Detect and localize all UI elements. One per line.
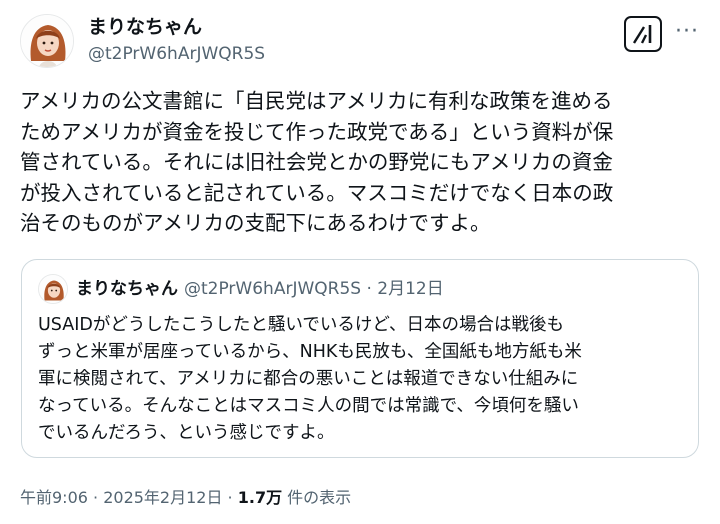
more-options-button[interactable]: ··· [672, 20, 702, 48]
avatar-illustration [21, 15, 73, 67]
more-options-icon: ··· [675, 19, 699, 44]
quote-text: USAIDがどうしたこうしたと騒いでいるけど、日本の場合は戦後も ずっと米軍が居… [38, 315, 582, 443]
tweet-meta: 午前9:06 · 2025年2月12日 · 1.7万 件の表示 [20, 485, 351, 511]
tweet-text: アメリカの公文書館に「自民党はアメリカに有利な政策を進める ためアメリカが資金を… [20, 89, 614, 235]
quote-handle-date: @t2PrW6hArJWQR5S · 2月12日 [184, 279, 444, 299]
quoted-tweet[interactable]: まりなちゃん @t2PrW6hArJWQR5S · 2月12日 USAIDがどうし… [21, 259, 699, 458]
quote-display-name: まりなちゃん [76, 279, 178, 299]
tweet-date[interactable]: 2025年2月12日 [103, 488, 222, 507]
author-display-name[interactable]: まりなちゃん [88, 14, 202, 40]
separator: · [222, 488, 238, 507]
quote-header: まりなちゃん @t2PrW6hArJWQR5S · 2月12日 [76, 276, 444, 302]
quote-avatar [38, 274, 68, 304]
quote-avatar-illustration [39, 275, 67, 303]
grok-button[interactable] [624, 16, 662, 52]
tweet-time[interactable]: 午前9:06 [20, 488, 88, 507]
grok-icon [632, 25, 652, 44]
separator: · [87, 488, 104, 507]
view-count-label: 件の表示 [282, 488, 352, 507]
view-count[interactable]: 1.7万 [238, 488, 282, 507]
avatar[interactable] [20, 14, 74, 68]
author-handle[interactable]: @t2PrW6hArJWQR5S [88, 42, 265, 66]
